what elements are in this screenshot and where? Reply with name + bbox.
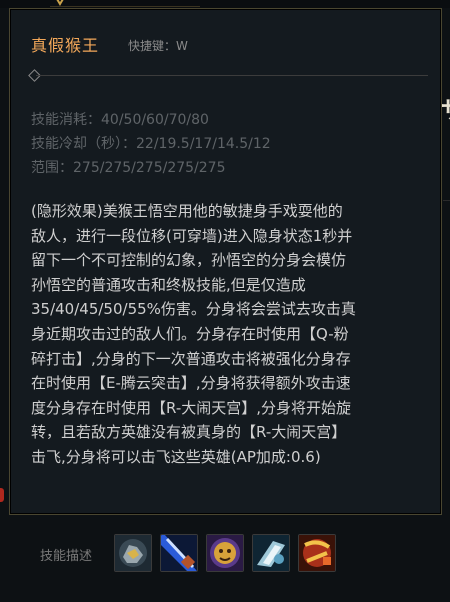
description-line: (隐形效果)美猴王悟空用他的敏捷身手戏耍他的 — [31, 202, 343, 220]
description-line: 击飞,分身将可以击飞这些英雄(AP加成:0.6) — [31, 447, 321, 466]
passive-skill-button[interactable] — [114, 534, 152, 572]
background-logo-icon — [56, 0, 64, 6]
skill-name: 真假猴王 — [31, 36, 100, 55]
e-skill-button[interactable] — [252, 534, 290, 572]
silver-cloud-icon — [253, 535, 289, 571]
background-panel-edge — [443, 200, 450, 231]
skills-label: 技能描述 — [40, 549, 93, 564]
golden-monkey-face-icon — [207, 535, 243, 571]
description-line: 转，且若敌方英雄没有被真身的【R-大闹天宫】 — [31, 423, 347, 442]
description-line: 留下一个不可控制的幻象，孙悟空的分身会模仿 — [31, 251, 347, 270]
background-header-line — [50, 0, 200, 7]
title-divider — [36, 75, 428, 76]
red-gold-staff-icon — [299, 535, 335, 571]
skill-hotkey: 快捷键：W — [128, 39, 188, 53]
background-notification-badge — [0, 488, 4, 502]
blue-staff-icon — [161, 535, 197, 571]
q-skill-button[interactable] — [160, 534, 198, 572]
skill-cooldown: 技能冷却（秒）：22/19.5/17/14.5/12 — [31, 136, 271, 152]
skill-cost: 技能消耗：40/50/60/70/80 — [31, 112, 209, 128]
description-line: 35/40/45/50/55%伤害。分身将会尝试去攻击真 — [31, 300, 356, 319]
description-line: 度分身存在时使用【R-大闹天宫】,分身将开始旋 — [31, 398, 351, 417]
description-line: 孙悟空的普通攻击和终极技能,但是仅造成 — [31, 275, 306, 294]
skill-range: 范围：275/275/275/275/275 — [31, 160, 226, 176]
description-line: 身近期攻击过的敌人们。分身存在时使用【Q-粉 — [31, 324, 349, 343]
skill-tooltip: 真假猴王 快捷键：W 技能消耗：40/50/60/70/80 技能冷却（秒）：2… — [9, 8, 442, 515]
w-skill-button[interactable] — [206, 534, 244, 572]
description-line: 在时使用【E-腾云突击】,分身将获得额外攻击速 — [31, 374, 351, 393]
description-line: 敌人，进行一段位移(可穿墙)进入隐身状态1秒并 — [31, 226, 353, 245]
skill-description: (隐形效果)美猴王悟空用他的敏捷身手戏耍他的 敌人，进行一段位移(可穿墙)进入隐… — [31, 199, 426, 470]
stone-fist-icon — [115, 535, 151, 571]
r-skill-button[interactable] — [298, 534, 336, 572]
background-heading-fragment: ザ — [441, 90, 450, 130]
description-line: 碎打击】,分身的下一次普通攻击将被强化分身存 — [31, 349, 351, 368]
